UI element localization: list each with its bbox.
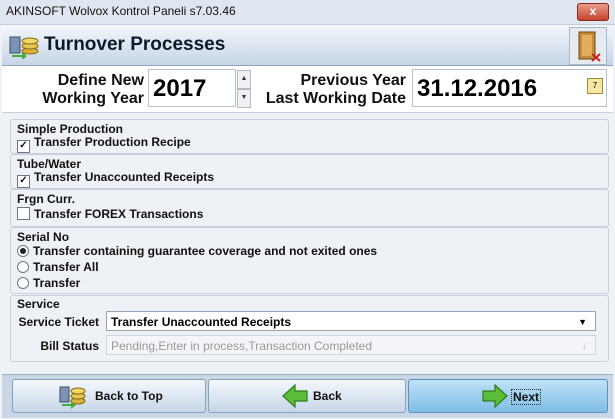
radio-selected-icon[interactable] <box>17 245 29 257</box>
arrow-right-icon <box>482 383 508 409</box>
arrow-left-icon <box>282 383 308 409</box>
group-service: Service Service Ticket Transfer Unaccoun… <box>10 295 609 362</box>
bill-status-label: Bill Status <box>40 339 99 353</box>
spin-down-icon[interactable]: ▼ <box>237 89 251 108</box>
group-tube-water: Tube/Water ✓ Transfer Unaccounted Receipt… <box>10 154 609 189</box>
group-frgn-curr: Frgn Curr. Transfer FOREX Transactions <box>10 189 609 227</box>
serial-option-transfer-all[interactable]: Transfer All <box>17 260 99 274</box>
bill-status-select: Pending,Enter in process,Transaction Com… <box>106 335 596 355</box>
serial-option-transfer[interactable]: Transfer <box>17 276 80 290</box>
group-serial-no: Serial No Transfer containing guarantee … <box>10 227 609 294</box>
option-label: Transfer FOREX Transactions <box>34 207 204 221</box>
define-year-label: Define New Working Year <box>12 72 144 108</box>
define-year-label-line1: Define New <box>57 72 144 89</box>
option-label: Transfer All <box>33 260 99 274</box>
back-to-top-button[interactable]: Back to Top <box>12 379 206 413</box>
service-ticket-select[interactable]: Transfer Unaccounted Receipts ▼ <box>106 311 596 331</box>
close-button[interactable]: x <box>577 3 609 21</box>
year-spinner[interactable]: ▲ ▼ <box>237 70 251 108</box>
checkbox-checked-icon[interactable]: ✓ <box>17 140 30 153</box>
service-ticket-label: Service Ticket <box>18 315 99 329</box>
bill-status-value: Pending,Enter in process,Transaction Com… <box>111 339 373 353</box>
header-bar: Turnover Processes <box>2 25 613 66</box>
back-to-top-label: Back to Top <box>95 389 163 403</box>
group-title: Service <box>17 297 60 311</box>
window-title: AKINSOFT Wolvox Kontrol Paneli s7.03.46 <box>6 4 236 18</box>
footer-bar: Back to Top Back Next <box>2 374 613 418</box>
spin-up-icon[interactable]: ▲ <box>237 70 251 89</box>
transfer-forex-option[interactable]: Transfer FOREX Transactions <box>17 207 203 221</box>
transfer-production-recipe-option[interactable]: ✓ Transfer Production Recipe <box>17 135 191 153</box>
previous-year-label-line2: Last Working Date <box>265 90 406 107</box>
group-simple-production: Simple Production ✓ Transfer Production R… <box>10 119 609 154</box>
new-year-input[interactable]: 2017 <box>148 69 236 107</box>
next-button[interactable]: Next <box>408 379 608 413</box>
checkbox-unchecked-icon[interactable] <box>17 207 30 220</box>
previous-year-label-line1: Previous Year <box>300 72 406 89</box>
define-year-label-line2: Working Year <box>42 90 144 107</box>
down-arrow-icon: ↓ <box>581 340 588 352</box>
title-bar: AKINSOFT Wolvox Kontrol Paneli s7.03.46 … <box>0 0 615 25</box>
serial-option-guarantee[interactable]: Transfer containing guarantee coverage a… <box>17 244 377 258</box>
service-ticket-value: Transfer Unaccounted Receipts <box>111 315 292 329</box>
year-row: Define New Working Year 2017 ▲ ▼ Previou… <box>2 66 613 113</box>
previous-year-label: Previous Year Last Working Date <box>254 72 406 108</box>
option-label: Transfer <box>33 276 81 290</box>
back-button[interactable]: Back <box>208 379 406 413</box>
back-label: Back <box>313 389 342 403</box>
window: AKINSOFT Wolvox Kontrol Paneli s7.03.46 … <box>0 0 615 419</box>
radio-unselected-icon[interactable] <box>17 261 29 273</box>
exit-door-icon[interactable] <box>569 27 607 65</box>
group-title: Simple Production <box>17 122 124 136</box>
transfer-unaccounted-receipts-option[interactable]: ✓ Transfer Unaccounted Receipts <box>17 170 214 188</box>
group-title: Serial No <box>17 230 70 244</box>
checkbox-checked-icon[interactable]: ✓ <box>17 175 30 188</box>
last-working-date-input[interactable]: 31.12.2016 <box>412 69 607 107</box>
radio-unselected-icon[interactable] <box>17 277 29 289</box>
transfer-coins-icon <box>59 386 86 409</box>
group-title: Tube/Water <box>17 157 82 171</box>
calendar-icon[interactable]: 7 <box>587 78 603 94</box>
option-label: Transfer containing guarantee coverage a… <box>33 244 378 258</box>
next-label: Next <box>511 389 542 405</box>
option-label: Transfer Production Recipe <box>34 135 191 149</box>
page-title: Turnover Processes <box>44 34 226 55</box>
transfer-coins-icon <box>9 36 39 59</box>
dropdown-arrow-icon[interactable]: ▼ <box>578 312 587 332</box>
option-label: Transfer Unaccounted Receipts <box>34 170 215 184</box>
group-title: Frgn Curr. <box>17 192 76 206</box>
